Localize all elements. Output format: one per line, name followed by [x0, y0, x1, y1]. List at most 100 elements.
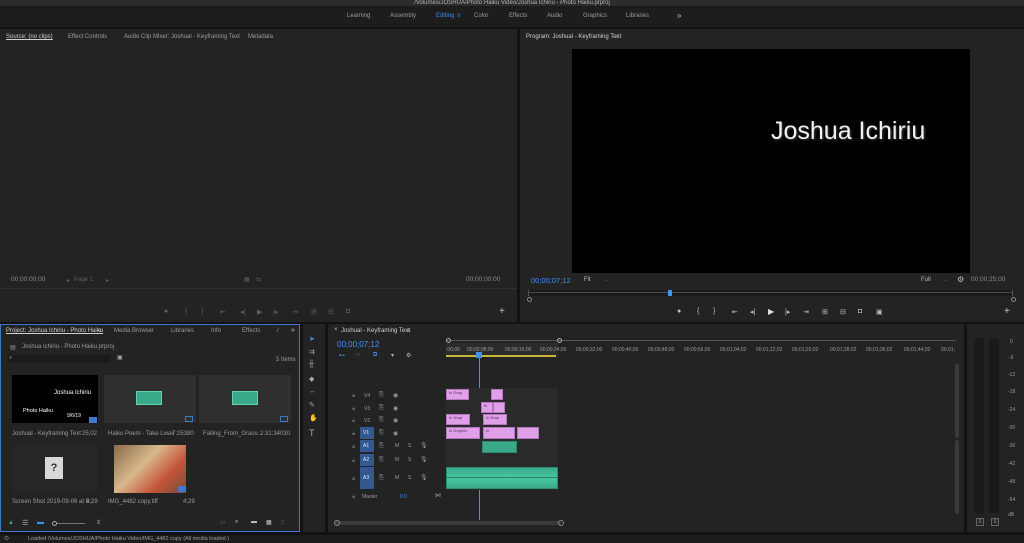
master-value[interactable]: 0.0: [400, 494, 407, 500]
timeline-clip-v3b[interactable]: [493, 402, 505, 413]
sync-lock-icon[interactable]: ⎘: [379, 417, 384, 424]
program-fit-select[interactable]: Fit: [584, 277, 591, 283]
tab-libraries[interactable]: Libraries: [171, 328, 194, 334]
panel-overflow-icon[interactable]: »: [291, 327, 295, 334]
workspace-editing[interactable]: Editing: [436, 13, 454, 19]
project-item-name[interactable]: Screen Shot 2019-09-06 at 9...: [12, 499, 94, 505]
new-item-icon[interactable]: ▦: [266, 519, 272, 526]
timeline-horizontal-scrollbar[interactable]: [335, 521, 561, 525]
trash-icon[interactable]: ▯: [281, 519, 284, 526]
program-scrubber[interactable]: [528, 290, 1013, 296]
find-icon[interactable]: ⌕: [235, 519, 238, 526]
tab-more-icon[interactable]: /: [277, 328, 279, 334]
tab-metadata[interactable]: Metadata: [248, 34, 273, 40]
project-item-name[interactable]: Joshual - Keyframing Text: [12, 431, 81, 437]
program-wrench-icon[interactable]: ⚙: [957, 275, 964, 284]
eye-icon[interactable]: ◉: [393, 405, 398, 412]
timeline-clip-v2[interactable]: fx Grap: [446, 414, 470, 425]
source-overwrite-icon[interactable]: ⊟: [328, 308, 334, 316]
project-item-name[interactable]: Haiku Poem - Take Lwav: [108, 431, 174, 437]
sort-icon[interactable]: ⇕: [96, 519, 101, 526]
lock-icon[interactable]: 🔒︎: [352, 476, 355, 483]
lock-icon[interactable]: 🔒︎: [352, 418, 355, 425]
workspace-assembly[interactable]: Assembly: [390, 13, 416, 19]
hand-tool-icon[interactable]: ✋: [309, 414, 318, 422]
sync-lock-icon[interactable]: ⎘: [379, 392, 384, 399]
lock-icon[interactable]: 🔒︎: [352, 393, 355, 400]
timeline-tab[interactable]: Joshual - Keyframing Text: [341, 328, 410, 334]
sync-lock-icon[interactable]: ⎘: [379, 405, 384, 412]
solo-icon[interactable]: S: [408, 475, 411, 481]
source-step-back-icon[interactable]: ◂|: [240, 308, 245, 316]
project-item-thumb-sequence[interactable]: [12, 375, 98, 423]
workspace-color[interactable]: Color: [474, 13, 488, 19]
timeline-clip-v2b[interactable]: fx Grap: [483, 414, 507, 425]
project-menu-icon[interactable]: ≡: [98, 328, 102, 334]
new-bin-icon[interactable]: ▣: [117, 354, 123, 361]
work-area-bar[interactable]: [446, 355, 556, 357]
ruler-zoom-track[interactable]: [446, 340, 956, 341]
program-mark-in-icon[interactable]: {: [697, 308, 699, 315]
mute-icon[interactable]: M: [395, 443, 399, 449]
program-go-in-icon[interactable]: ⇤: [732, 308, 738, 316]
timeline-clip-v1[interactable]: fx Graphic: [446, 427, 480, 439]
timeline-menu-icon[interactable]: ≡: [407, 328, 411, 334]
sync-lock-icon[interactable]: ⎘: [379, 475, 384, 482]
eye-icon[interactable]: ◉: [393, 392, 398, 399]
tab-info[interactable]: Info: [211, 328, 221, 334]
workspace-menu-icon[interactable]: ≡: [457, 13, 461, 19]
project-item-name[interactable]: IMG_4482 copy.tiff: [108, 499, 158, 505]
project-item-thumb-image[interactable]: [114, 445, 186, 493]
pen-tool-icon[interactable]: ✎: [309, 401, 315, 409]
mic-icon[interactable]: 🎙︎: [420, 474, 428, 481]
program-extract-icon[interactable]: ⊟: [840, 308, 846, 316]
program-zoom-left-handle[interactable]: [527, 297, 532, 302]
timeline-close-icon[interactable]: ×: [334, 327, 338, 333]
selection-tool-icon[interactable]: ➤: [309, 335, 315, 343]
track-select-tool-icon[interactable]: ⇉: [309, 348, 315, 356]
ripple-edit-tool-icon[interactable]: ╫: [309, 361, 314, 368]
zoom-slider-track[interactable]: [57, 523, 85, 524]
program-quality-select[interactable]: Full: [921, 277, 931, 283]
hscroll-left-handle[interactable]: [334, 520, 340, 526]
tab-project[interactable]: Project: Joshua Ichiriu - Photo Haiku: [6, 328, 103, 334]
program-step-forward-icon[interactable]: |▸: [785, 308, 790, 316]
source-link-icon[interactable]: ⇆: [256, 276, 261, 283]
lock-icon[interactable]: 🔒︎: [352, 458, 355, 465]
lock-icon[interactable]: 🔒︎: [352, 494, 355, 501]
mic-icon[interactable]: 🎙︎: [420, 442, 428, 449]
mute-icon[interactable]: M: [395, 457, 399, 463]
program-mark-out-icon[interactable]: }: [713, 308, 715, 315]
source-camera-icon[interactable]: ◘: [346, 308, 350, 315]
program-lift-icon[interactable]: ⊞: [822, 308, 828, 316]
lock-icon[interactable]: ▲: [8, 520, 14, 526]
solo-left-button[interactable]: S: [976, 518, 984, 526]
timeline-clip-v3[interactable]: fx: [481, 402, 493, 413]
master-end-icon[interactable]: ⋈: [435, 492, 441, 499]
program-timecode[interactable]: 00;00;07;12: [531, 276, 571, 285]
audio-vertical-scrollbar[interactable]: [955, 440, 959, 514]
list-view-icon[interactable]: ☰: [22, 519, 28, 527]
tab-effect-controls[interactable]: Effect Controls: [68, 34, 107, 40]
nest-icon[interactable]: ⊷: [339, 352, 345, 359]
source-page-right-icon[interactable]: ▸: [106, 277, 109, 284]
mute-icon[interactable]: M: [395, 475, 399, 481]
program-title[interactable]: Program: Joshual - Keyframing Text: [526, 34, 621, 40]
linked-selection-icon[interactable]: ⧉: [373, 352, 377, 359]
source-go-in-icon[interactable]: ⇤: [220, 308, 226, 316]
program-playhead[interactable]: [668, 290, 672, 296]
source-mark-in-icon[interactable]: {: [185, 308, 187, 315]
timeline-clip-v1c[interactable]: [517, 427, 539, 439]
sync-lock-icon[interactable]: ⎘: [379, 443, 384, 450]
workspace-effects[interactable]: Effects: [509, 13, 527, 19]
razor-tool-icon[interactable]: ◆: [309, 375, 314, 383]
solo-right-button[interactable]: S: [991, 518, 999, 526]
source-play-icon[interactable]: ▶: [257, 308, 262, 316]
icon-view-icon[interactable]: ▬: [37, 519, 44, 526]
program-step-back-icon[interactable]: ◂|: [750, 308, 755, 316]
workspace-learning[interactable]: Learning: [347, 13, 370, 19]
lock-icon[interactable]: 🔒︎: [352, 431, 355, 438]
source-timecode-in[interactable]: 00;00;00;00: [11, 276, 45, 283]
project-item-name[interactable]: Falling_From_Grace...: [203, 431, 263, 437]
source-page-left-icon[interactable]: ◂: [66, 277, 69, 284]
